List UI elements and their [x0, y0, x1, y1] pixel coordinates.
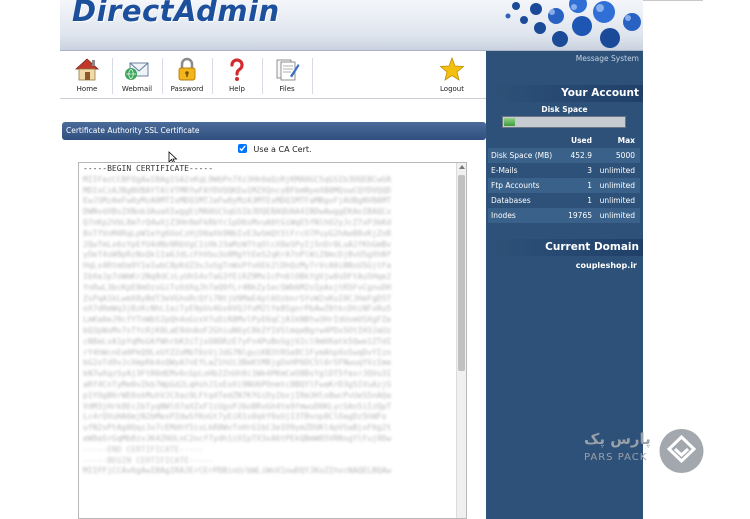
- certificate-begin-line: -----BEGIN CERTIFICATE-----: [83, 164, 214, 173]
- toolbar-logout-button[interactable]: Logout: [427, 52, 477, 98]
- stat-max: 5000: [615, 151, 635, 160]
- stats-row-emails: E-Mails 3 unlimited: [488, 163, 640, 178]
- certificate-textarea[interactable]: -----BEGIN CERTIFICATE----- MIIFazCCBFOg…: [78, 162, 467, 519]
- toolbar-password-button[interactable]: Password: [162, 52, 212, 98]
- directadmin-window: DirectAdmin Home Webmail Password Help F…: [60, 0, 643, 519]
- toolbar-password-label: Password: [170, 85, 204, 93]
- disk-space-label: Disk Space: [541, 105, 588, 114]
- top-divider: [643, 0, 703, 1]
- certificate-body-2: MIIFFjCCAv6gAwIBAgIRAJErCErPDBinU/bWLiWn…: [83, 466, 392, 476]
- stat-max: unlimited: [599, 166, 635, 175]
- watermark-text-fa: پارس پک: [584, 430, 651, 448]
- certificate-text: -----BEGIN CERTIFICATE----- MIIFazCCBFOg…: [83, 164, 453, 477]
- stats-header-used: Used: [570, 136, 592, 145]
- stats-row-databases: Databases 1 unlimited: [488, 193, 640, 208]
- star-icon: [439, 56, 465, 81]
- certificate-begin-line-2: -----BEGIN CERTIFICATE-----: [83, 455, 214, 465]
- section-title: Certificate Authority SSL Certificate: [66, 126, 200, 135]
- toolbar-home-label: Home: [76, 85, 98, 93]
- toolbar-files-label: Files: [279, 85, 295, 93]
- stat-name: Databases: [491, 196, 531, 205]
- current-domain-title: Current Domain: [545, 241, 639, 253]
- use-ca-cert-row[interactable]: Use a CA Cert.: [238, 144, 312, 158]
- stat-used: 19765: [568, 211, 592, 220]
- toolbar-help-button[interactable]: Help: [212, 52, 262, 98]
- stat-name: Ftp Accounts: [491, 181, 540, 190]
- stats-header-row: Used Max: [488, 133, 640, 148]
- toolbar-logout-label: Logout: [440, 85, 464, 93]
- directadmin-logo[interactable]: DirectAdmin: [72, 0, 280, 28]
- stat-max: unlimited: [599, 181, 635, 190]
- stats-header-max: Max: [617, 136, 635, 145]
- current-domain-value[interactable]: coupleshop.ir: [576, 261, 637, 270]
- toolbar: Home Webmail Password Help Files Logout: [60, 52, 486, 98]
- toolbar-webmail-button[interactable]: Webmail: [112, 52, 162, 98]
- disk-space-progress-fill: [504, 118, 515, 126]
- message-system-link[interactable]: Message System: [576, 54, 639, 63]
- help-icon: [230, 58, 244, 81]
- your-account-title: Your Account: [561, 87, 639, 99]
- bubbles-decoration-icon: [505, 0, 641, 48]
- scrollbar-thumb[interactable]: [458, 175, 465, 371]
- use-ca-cert-label: Use a CA Cert.: [253, 145, 312, 154]
- stats-row-inodes: Inodes 19765 unlimited: [488, 208, 640, 223]
- textarea-scrollbar[interactable]: [456, 163, 466, 518]
- stat-used: 1: [587, 196, 592, 205]
- stat-max: unlimited: [599, 196, 635, 205]
- stat-used: 3: [587, 166, 592, 175]
- section-title-bar: Certificate Authority SSL Certificate: [62, 122, 486, 140]
- webmail-icon: [125, 62, 149, 80]
- toolbar-webmail-label: Webmail: [121, 85, 153, 93]
- certificate-end-line: -----END CERTIFICATE-----: [83, 444, 204, 454]
- parspack-watermark: پارس پک PARS PACK: [582, 428, 707, 474]
- toolbar-divider: [60, 98, 486, 99]
- header: DirectAdmin: [60, 0, 643, 51]
- toolbar-separator: [312, 58, 313, 94]
- stat-max: unlimited: [599, 211, 635, 220]
- parspack-logo-icon: [659, 429, 704, 473]
- stat-used: 452.9: [570, 151, 592, 160]
- lock-icon: [178, 57, 196, 81]
- files-icon: [276, 59, 300, 81]
- toolbar-files-button[interactable]: Files: [262, 52, 312, 98]
- stat-name: Inodes: [491, 211, 516, 220]
- certificate-body: MIIFazCCBFOgAwIBAgISA2xKqL9WbPn7Xz3Hk0aQ…: [83, 174, 392, 443]
- stats-row-ftp-accounts: Ftp Accounts 1 unlimited: [488, 178, 640, 193]
- disk-space-progress-bar: [502, 116, 626, 128]
- stat-name: E-Mails: [491, 166, 518, 175]
- use-ca-cert-checkbox[interactable]: [238, 144, 247, 153]
- toolbar-help-label: Help: [229, 85, 245, 93]
- home-icon: [74, 58, 100, 81]
- watermark-text-en: PARS PACK: [584, 452, 648, 463]
- stats-row-disk-space: Disk Space (MB) 452.9 5000: [488, 148, 640, 163]
- account-stats-table: Used Max Disk Space (MB) 452.9 5000 E-Ma…: [488, 133, 640, 223]
- stat-used: 1: [587, 181, 592, 190]
- stat-name: Disk Space (MB): [491, 151, 553, 160]
- toolbar-home-button[interactable]: Home: [62, 52, 112, 98]
- scroll-up-arrow-icon[interactable]: [459, 165, 465, 169]
